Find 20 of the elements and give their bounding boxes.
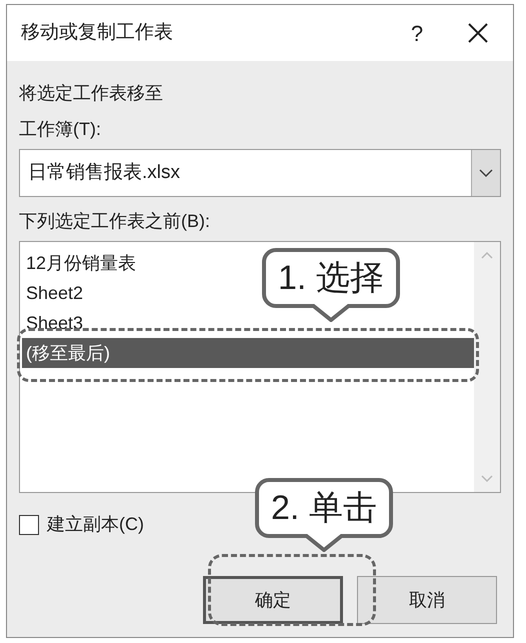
copy-checkbox-label: 建立副本(C): [47, 513, 144, 536]
sheet-list-item[interactable]: (移至最后): [22, 338, 474, 368]
sheet-list-item[interactable]: Sheet2: [22, 278, 88, 308]
help-button[interactable]: ?: [387, 13, 447, 53]
scrollbar[interactable]: [474, 242, 500, 492]
sheet-list-item[interactable]: 12月份销量表: [22, 248, 140, 278]
scroll-up-icon[interactable]: [481, 252, 493, 259]
cancel-button[interactable]: 取消: [357, 576, 497, 624]
close-icon[interactable]: [467, 22, 489, 44]
window-title: 移动或复制工作表: [21, 20, 174, 45]
sheet-list-label: 下列选定工作表之前(B):: [19, 210, 211, 233]
callout-pointer-icon: [304, 534, 344, 552]
instruction-text: 将选定工作表移至: [19, 82, 164, 105]
workbook-label: 工作簿(T):: [19, 118, 102, 141]
workbook-dropdown[interactable]: 日常销售报表.xlsx: [19, 149, 501, 197]
copy-checkbox[interactable]: [19, 514, 39, 534]
scroll-down-icon[interactable]: [481, 475, 493, 482]
callout-pointer-icon: [310, 304, 351, 322]
chevron-down-icon: [479, 169, 493, 177]
ok-button[interactable]: 确定: [203, 576, 343, 624]
